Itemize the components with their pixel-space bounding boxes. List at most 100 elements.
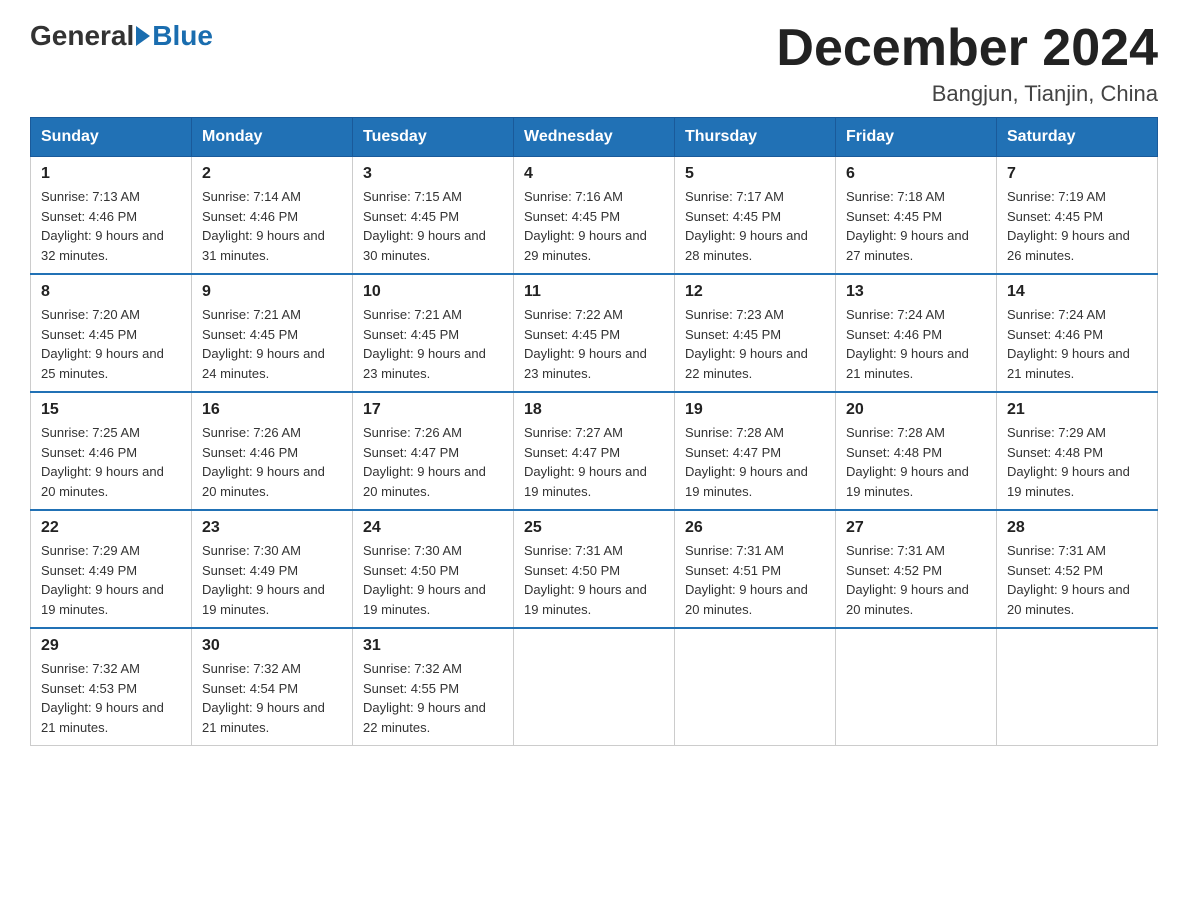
day-number: 11: [524, 283, 664, 301]
day-info: Sunrise: 7:21 AMSunset: 4:45 PMDaylight:…: [363, 305, 503, 383]
day-info: Sunrise: 7:30 AMSunset: 4:49 PMDaylight:…: [202, 541, 342, 619]
day-info: Sunrise: 7:23 AMSunset: 4:45 PMDaylight:…: [685, 305, 825, 383]
calendar-week-row: 1 Sunrise: 7:13 AMSunset: 4:46 PMDaylight…: [31, 157, 1158, 275]
day-number: 29: [41, 637, 181, 655]
day-info: Sunrise: 7:32 AMSunset: 4:55 PMDaylight:…: [363, 659, 503, 737]
calendar-day-cell: 11 Sunrise: 7:22 AMSunset: 4:45 PMDayligh…: [514, 274, 675, 392]
calendar-day-cell: 14 Sunrise: 7:24 AMSunset: 4:46 PMDayligh…: [997, 274, 1158, 392]
calendar-day-cell: 30Sunrise: 7:32 AMSunset: 4:54 PMDayligh…: [192, 628, 353, 746]
header-sunday: Sunday: [31, 118, 192, 157]
day-info: Sunrise: 7:17 AMSunset: 4:45 PMDaylight:…: [685, 187, 825, 265]
day-number: 24: [363, 519, 503, 537]
day-number: 13: [846, 283, 986, 301]
calendar-day-cell: 29 Sunrise: 7:32 AMSunset: 4:53 PMDayligh…: [31, 628, 192, 746]
day-number: 27: [846, 519, 986, 537]
day-info: Sunrise: 7:28 AMSunset: 4:48 PMDaylight:…: [846, 423, 986, 501]
calendar-day-cell: 3 Sunrise: 7:15 AMSunset: 4:45 PMDaylight…: [353, 157, 514, 275]
location-title: Bangjun, Tianjin, China: [776, 81, 1158, 107]
calendar-day-cell: 21 Sunrise: 7:29 AMSunset: 4:48 PMDayligh…: [997, 392, 1158, 510]
day-number: 8: [41, 283, 181, 301]
calendar-day-cell: 18 Sunrise: 7:27 AMSunset: 4:47 PMDayligh…: [514, 392, 675, 510]
month-title: December 2024: [776, 20, 1158, 77]
calendar-day-cell: 7Sunrise: 7:19 AMSunset: 4:45 PMDaylight…: [997, 157, 1158, 275]
day-number: 9: [202, 283, 342, 301]
day-number: 22: [41, 519, 181, 537]
day-info: Sunrise: 7:21 AMSunset: 4:45 PMDaylight:…: [202, 305, 342, 383]
day-info: Sunrise: 7:13 AMSunset: 4:46 PMDaylight:…: [41, 187, 181, 265]
calendar-week-row: 22 Sunrise: 7:29 AMSunset: 4:49 PMDayligh…: [31, 510, 1158, 628]
logo: General Blue: [30, 20, 213, 52]
day-info: Sunrise: 7:31 AMSunset: 4:51 PMDaylight:…: [685, 541, 825, 619]
calendar-table: Sunday Monday Tuesday Wednesday Thursday…: [30, 117, 1158, 746]
logo-arrow-icon: [136, 26, 150, 46]
title-area: December 2024 Bangjun, Tianjin, China: [776, 20, 1158, 107]
day-info: Sunrise: 7:26 AMSunset: 4:46 PMDaylight:…: [202, 423, 342, 501]
calendar-day-cell: 2 Sunrise: 7:14 AMSunset: 4:46 PMDaylight…: [192, 157, 353, 275]
day-number: 14: [1007, 283, 1147, 301]
calendar-day-cell: 8 Sunrise: 7:20 AMSunset: 4:45 PMDaylight…: [31, 274, 192, 392]
day-number: 7: [1007, 165, 1147, 183]
calendar-day-cell: 28 Sunrise: 7:31 AMSunset: 4:52 PMDayligh…: [997, 510, 1158, 628]
calendar-day-cell: 13Sunrise: 7:24 AMSunset: 4:46 PMDayligh…: [836, 274, 997, 392]
day-number: 23: [202, 519, 342, 537]
calendar-day-cell: 27 Sunrise: 7:31 AMSunset: 4:52 PMDayligh…: [836, 510, 997, 628]
day-number: 1: [41, 165, 181, 183]
calendar-day-cell: 22 Sunrise: 7:29 AMSunset: 4:49 PMDayligh…: [31, 510, 192, 628]
header-saturday: Saturday: [997, 118, 1158, 157]
calendar-day-cell: [997, 628, 1158, 746]
logo-general-text: General: [30, 20, 134, 52]
day-number: 2: [202, 165, 342, 183]
day-info: Sunrise: 7:31 AMSunset: 4:52 PMDaylight:…: [846, 541, 986, 619]
day-info: Sunrise: 7:29 AMSunset: 4:49 PMDaylight:…: [41, 541, 181, 619]
header-wednesday: Wednesday: [514, 118, 675, 157]
calendar-day-cell: 31 Sunrise: 7:32 AMSunset: 4:55 PMDayligh…: [353, 628, 514, 746]
day-number: 25: [524, 519, 664, 537]
header-monday: Monday: [192, 118, 353, 157]
day-info: Sunrise: 7:24 AMSunset: 4:46 PMDaylight:…: [1007, 305, 1147, 383]
day-info: Sunrise: 7:27 AMSunset: 4:47 PMDaylight:…: [524, 423, 664, 501]
day-info: Sunrise: 7:20 AMSunset: 4:45 PMDaylight:…: [41, 305, 181, 383]
day-info: Sunrise: 7:15 AMSunset: 4:45 PMDaylight:…: [363, 187, 503, 265]
day-number: 3: [363, 165, 503, 183]
day-info: Sunrise: 7:26 AMSunset: 4:47 PMDaylight:…: [363, 423, 503, 501]
day-number: 18: [524, 401, 664, 419]
calendar-day-cell: [675, 628, 836, 746]
day-info: Sunrise: 7:31 AMSunset: 4:50 PMDaylight:…: [524, 541, 664, 619]
calendar-day-cell: [514, 628, 675, 746]
day-info: Sunrise: 7:22 AMSunset: 4:45 PMDaylight:…: [524, 305, 664, 383]
calendar-day-cell: 26 Sunrise: 7:31 AMSunset: 4:51 PMDayligh…: [675, 510, 836, 628]
day-info: Sunrise: 7:32 AMSunset: 4:53 PMDaylight:…: [41, 659, 181, 737]
day-number: 21: [1007, 401, 1147, 419]
calendar-day-cell: 20 Sunrise: 7:28 AMSunset: 4:48 PMDayligh…: [836, 392, 997, 510]
day-number: 19: [685, 401, 825, 419]
calendar-day-cell: 17Sunrise: 7:26 AMSunset: 4:47 PMDayligh…: [353, 392, 514, 510]
day-number: 4: [524, 165, 664, 183]
calendar-week-row: 29 Sunrise: 7:32 AMSunset: 4:53 PMDayligh…: [31, 628, 1158, 746]
day-number: 15: [41, 401, 181, 419]
logo-blue-text: Blue: [152, 20, 213, 52]
day-info: Sunrise: 7:25 AMSunset: 4:46 PMDaylight:…: [41, 423, 181, 501]
calendar-day-cell: 24 Sunrise: 7:30 AMSunset: 4:50 PMDayligh…: [353, 510, 514, 628]
calendar-day-cell: 23 Sunrise: 7:30 AMSunset: 4:49 PMDayligh…: [192, 510, 353, 628]
day-info: Sunrise: 7:31 AMSunset: 4:52 PMDaylight:…: [1007, 541, 1147, 619]
calendar-day-cell: 25 Sunrise: 7:31 AMSunset: 4:50 PMDayligh…: [514, 510, 675, 628]
day-number: 20: [846, 401, 986, 419]
day-info: Sunrise: 7:29 AMSunset: 4:48 PMDaylight:…: [1007, 423, 1147, 501]
calendar-week-row: 8 Sunrise: 7:20 AMSunset: 4:45 PMDaylight…: [31, 274, 1158, 392]
header-thursday: Thursday: [675, 118, 836, 157]
day-number: 5: [685, 165, 825, 183]
calendar-day-cell: 4Sunrise: 7:16 AMSunset: 4:45 PMDaylight…: [514, 157, 675, 275]
day-number: 6: [846, 165, 986, 183]
day-number: 28: [1007, 519, 1147, 537]
day-number: 26: [685, 519, 825, 537]
calendar-week-row: 15 Sunrise: 7:25 AMSunset: 4:46 PMDayligh…: [31, 392, 1158, 510]
calendar-day-cell: 10 Sunrise: 7:21 AMSunset: 4:45 PMDayligh…: [353, 274, 514, 392]
day-number: 12: [685, 283, 825, 301]
calendar-day-cell: 6Sunrise: 7:18 AMSunset: 4:45 PMDaylight…: [836, 157, 997, 275]
day-info: Sunrise: 7:30 AMSunset: 4:50 PMDaylight:…: [363, 541, 503, 619]
day-info: Sunrise: 7:14 AMSunset: 4:46 PMDaylight:…: [202, 187, 342, 265]
day-number: 10: [363, 283, 503, 301]
weekday-header-row: Sunday Monday Tuesday Wednesday Thursday…: [31, 118, 1158, 157]
day-number: 30: [202, 637, 342, 655]
day-number: 31: [363, 637, 503, 655]
